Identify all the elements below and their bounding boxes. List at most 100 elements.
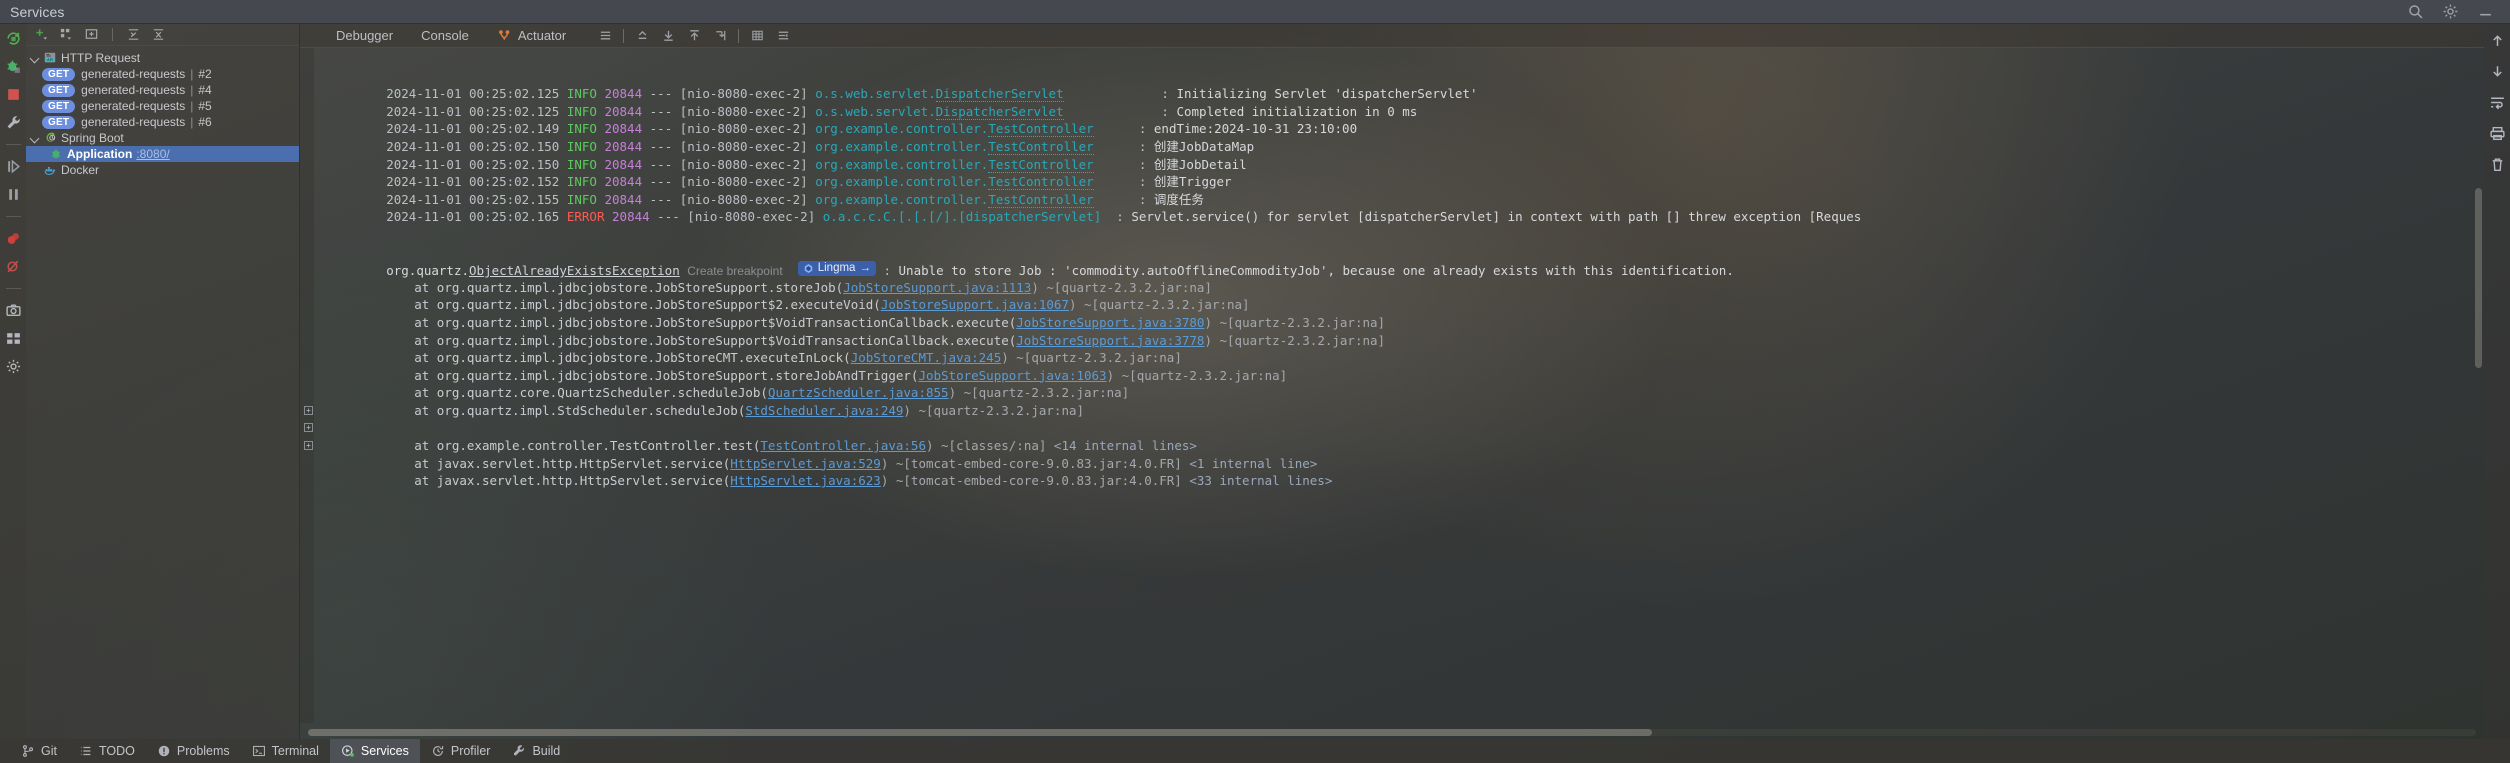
toolbar-divider	[738, 28, 740, 43]
tab-label: Debugger	[336, 28, 394, 43]
log-message: Initializing Servlet 'dispatcherServlet'	[1176, 86, 1478, 102]
docker-icon	[43, 163, 57, 177]
scroll-down-icon[interactable]	[2489, 63, 2506, 80]
wrench-icon[interactable]	[5, 114, 22, 131]
scroll-up-icon[interactable]	[681, 24, 707, 48]
scroll-to-end-icon[interactable]	[707, 24, 733, 48]
log-timestamp: 2024-11-01 00:25:02.149	[386, 121, 560, 137]
status-item-build[interactable]: Build	[501, 739, 571, 763]
log-thread: [nio-8080-exec-2]	[679, 138, 808, 154]
request-number: #2	[198, 67, 212, 81]
chevron-down-icon[interactable]	[30, 133, 41, 144]
tab-actuator[interactable]: Actuator	[483, 24, 580, 48]
tree-node-docker[interactable]: Docker	[26, 162, 299, 178]
resume-icon[interactable]	[5, 158, 22, 175]
layout-icon[interactable]	[5, 330, 22, 347]
table-icon[interactable]	[744, 24, 770, 48]
log-class[interactable]: o.a.c.c.C.[.[.[/].[dispatcherServlet]	[823, 209, 1101, 224]
log-class[interactable]: org.example.controller.TestController	[815, 191, 1094, 208]
log-pid: 20844	[604, 174, 643, 190]
camera-icon[interactable]	[5, 302, 22, 319]
log-thread: [nio-8080-exec-2]	[679, 121, 808, 137]
print-icon[interactable]	[2489, 125, 2506, 142]
vertical-scrollbar[interactable]	[2475, 188, 2482, 368]
log-level: INFO	[566, 174, 597, 190]
log-pid: 20844	[612, 209, 650, 225]
rerun-icon[interactable]	[5, 30, 22, 47]
log-thread: [nio-8080-exec-2]	[687, 209, 816, 225]
menu-icon[interactable]	[592, 24, 618, 48]
fold-toggle-icon[interactable]: +	[304, 441, 313, 451]
log-level: INFO	[566, 191, 597, 207]
tree-item-application[interactable]: Application :8080/	[26, 146, 299, 162]
horizontal-scrollbar[interactable]	[300, 725, 2484, 737]
debug-icon[interactable]	[5, 58, 22, 75]
status-item-services[interactable]: Services	[329, 739, 420, 763]
breakpoints-icon[interactable]	[5, 230, 22, 247]
log-timestamp: 2024-11-01 00:25:02.152	[386, 174, 560, 190]
add-icon[interactable]	[34, 27, 49, 42]
page-title: Services	[10, 3, 65, 20]
log-output[interactable]: 2024-11-01 00:25:02.125 INFO 20844 --- […	[300, 48, 2484, 723]
mute-breakpoints-icon[interactable]	[5, 258, 22, 275]
scrollbar-thumb[interactable]	[308, 729, 1653, 736]
log-class[interactable]: o.s.web.servlet.DispatcherServlet	[815, 103, 1064, 120]
tree-node-label: HTTP Request	[61, 51, 141, 65]
status-item-todo[interactable]: TODO	[68, 739, 146, 763]
stop-icon[interactable]	[5, 86, 22, 103]
stack-link[interactable]: HttpServlet.java:623	[730, 473, 881, 488]
tab-console[interactable]: Console	[407, 24, 483, 48]
soft-wrap-icon[interactable]	[2489, 94, 2506, 111]
status-item-profiler[interactable]: Profiler	[420, 739, 502, 763]
log-class[interactable]: org.example.controller.TestController	[815, 138, 1094, 155]
tree-item-request-5[interactable]: GET generated-requests | #5	[26, 98, 299, 114]
expand-all-icon[interactable]	[126, 27, 141, 42]
collapse-all-icon[interactable]	[151, 27, 166, 42]
tree-item-request-6[interactable]: GET generated-requests | #6	[26, 114, 299, 130]
log-class[interactable]: o.s.web.servlet.DispatcherServlet	[815, 86, 1064, 103]
tree-item-request-2[interactable]: GET generated-requests | #2	[26, 66, 299, 82]
settings-icon[interactable]	[5, 358, 22, 375]
status-item-git[interactable]: Git	[10, 739, 68, 763]
status-item-terminal[interactable]: Terminal	[241, 739, 330, 763]
scroll-up-icon[interactable]	[2489, 32, 2506, 49]
status-item-label: Problems	[176, 744, 230, 758]
scroll-to-top-icon[interactable]	[629, 24, 655, 48]
group-icon[interactable]	[59, 27, 74, 42]
trash-icon[interactable]	[2489, 156, 2506, 173]
tree-item-request-4[interactable]: GET generated-requests | #4	[26, 82, 299, 98]
log-class[interactable]: org.example.controller.TestController	[815, 156, 1094, 173]
console-tabbar: Debugger Console Actuator	[300, 24, 2484, 48]
log-line: 2024-11-01 00:25:02.125 INFO 20844 --- […	[300, 50, 2484, 68]
fold-toggle-icon[interactable]: +	[304, 423, 313, 433]
folded-lines-label[interactable]: <33 internal lines>	[1189, 473, 1332, 488]
pause-icon[interactable]	[5, 186, 22, 203]
search-icon[interactable]	[2407, 3, 2424, 20]
stack-frame-folded: + at javax.servlet.http.HttpServlet.serv…	[300, 419, 2484, 471]
stack-at-text: at javax.servlet.http.HttpServlet.servic…	[414, 455, 731, 471]
log-class[interactable]: org.example.controller.TestController	[815, 121, 1094, 138]
tree-node-http-request[interactable]: API HTTP Request	[26, 50, 299, 66]
chevron-down-icon[interactable]	[30, 53, 41, 64]
folded-lines-label[interactable]: <1 internal line>	[1189, 456, 1317, 471]
fold-toggle-icon[interactable]: +	[304, 405, 313, 415]
tab-debugger[interactable]: Debugger	[322, 24, 407, 48]
tree-node-spring-boot[interactable]: Spring Boot	[26, 130, 299, 146]
tree-node-label: Docker	[61, 163, 100, 177]
request-label: generated-requests	[81, 99, 186, 113]
separator: |	[190, 99, 194, 113]
add-frame-icon[interactable]	[84, 27, 99, 42]
stack-at-text: at javax.servlet.http.HttpServlet.servic…	[414, 473, 731, 489]
gear-icon[interactable]	[2442, 3, 2459, 20]
scroll-down-icon[interactable]	[655, 24, 681, 48]
application-port-link[interactable]: :8080/	[136, 147, 169, 161]
status-item-problems[interactable]: Problems	[146, 739, 241, 763]
api-icon: API	[43, 51, 57, 65]
stack-link[interactable]: HttpServlet.java:529	[730, 456, 881, 471]
settings-list-icon[interactable]	[770, 24, 796, 48]
services-tree: API HTTP Request GET generated-requests …	[26, 46, 299, 178]
minimize-icon[interactable]	[2477, 3, 2494, 20]
log-class[interactable]: org.example.controller.TestController	[815, 174, 1094, 191]
